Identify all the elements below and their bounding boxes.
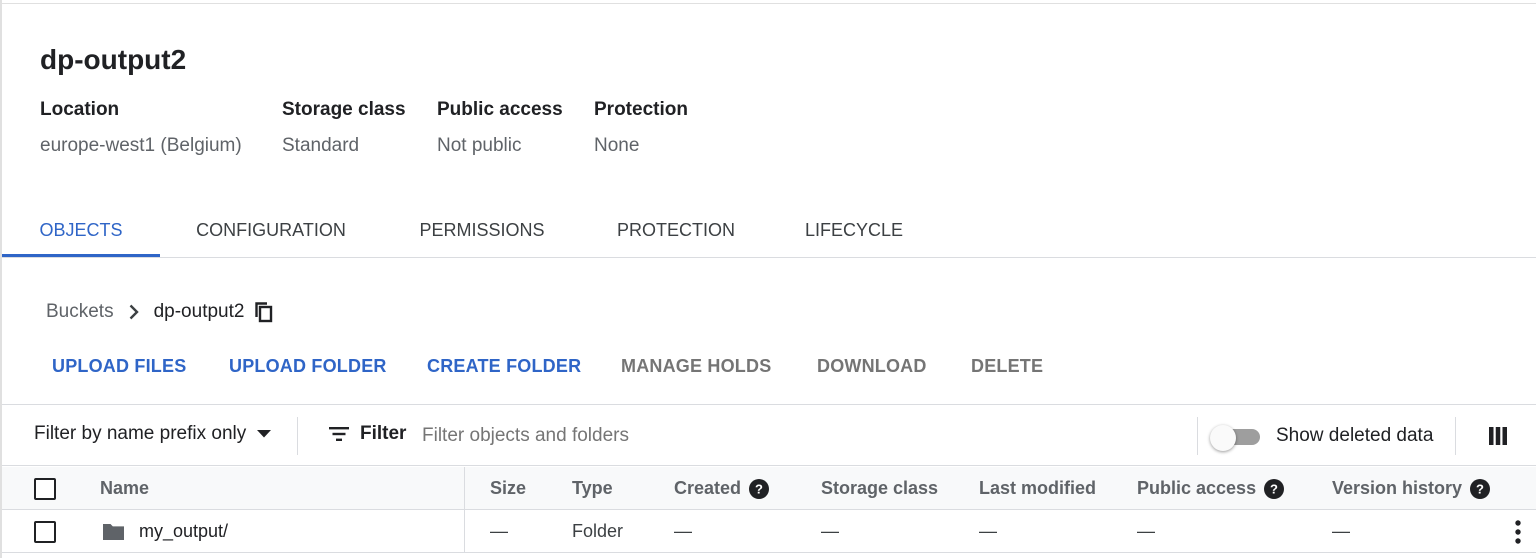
meta-protection: Protection None [594,99,688,157]
more-vert-icon[interactable] [1514,519,1522,550]
divider [1455,417,1456,455]
copy-icon[interactable] [254,301,274,323]
column-header-version-history[interactable]: Version history ? [1332,467,1491,510]
download-button[interactable]: DOWNLOAD [817,356,927,377]
meta-label: Protection [594,99,688,120]
breadcrumb-buckets-link[interactable]: Buckets [46,301,114,323]
meta-label: Public access [437,99,563,120]
divider [1197,417,1198,455]
help-icon[interactable]: ? [1470,478,1491,499]
meta-value: europe-west1 (Belgium) [40,135,242,156]
meta-value: None [594,135,640,156]
filter-button-label: Filter [360,423,407,444]
row-select-cell [34,510,56,553]
objects-table-header: Name Size Type Created ? Storage class L… [2,467,1536,510]
tab-configuration[interactable]: CONFIGURATION [178,204,364,257]
column-header-created[interactable]: Created ? [674,467,770,510]
top-divider [2,3,1536,4]
tab-permissions[interactable]: PERMISSIONS [402,204,562,257]
meta-value: Standard [282,135,360,156]
meta-location: Location europe-west1 (Belgium) [40,99,242,157]
filter-bar: Filter by name prefix only Filter Show d… [2,404,1536,466]
column-header-name[interactable]: Name [100,467,149,510]
name-cell: my_output/ [102,510,228,553]
meta-storage-class: Storage class Standard [282,99,406,157]
storage-class-cell: — [821,521,839,541]
filter-button[interactable]: Filter [328,423,406,445]
page-title: dp-output2 [40,44,187,75]
svg-text:?: ? [755,481,763,496]
meta-label: Location [40,99,120,120]
column-header-size[interactable]: Size [490,467,526,510]
toggle-knob [1210,425,1236,451]
prefix-filter-label: Filter by name prefix only [34,423,247,444]
meta-label: Storage class [282,99,406,120]
column-header-label: Version history [1332,478,1463,498]
last-modified-cell: — [979,521,997,541]
prefix-filter-dropdown[interactable]: Filter by name prefix only [34,423,272,445]
table-row: my_output/ — Folder — — — — — [2,510,1536,553]
tab-lifecycle[interactable]: LIFECYCLE [790,204,918,257]
select-all-checkbox[interactable] [34,477,56,500]
meta-public-access: Public access Not public [437,99,563,157]
bucket-details-page: dp-output2 Location europe-west1 (Belgiu… [0,0,1536,558]
help-icon[interactable]: ? [1264,478,1285,499]
create-folder-button[interactable]: CREATE FOLDER [427,356,581,377]
svg-text:?: ? [1476,481,1484,496]
size-cell: — [490,521,508,541]
svg-text:?: ? [1270,481,1278,496]
type-cell: Folder [572,521,624,541]
column-header-storage-class[interactable]: Storage class [821,467,938,510]
delete-button[interactable]: DELETE [971,356,1043,377]
tab-protection[interactable]: PROTECTION [600,204,752,257]
column-display-icon[interactable] [1488,426,1508,451]
show-deleted-toggle[interactable] [1210,425,1264,451]
breadcrumb-current: dp-output2 [153,301,245,322]
manage-holds-button[interactable]: MANAGE HOLDS [621,356,771,377]
version-history-cell: — [1332,521,1350,541]
row-checkbox[interactable] [34,520,56,543]
created-cell: — [674,521,692,541]
column-resizer[interactable] [464,467,465,510]
column-header-label: Created [674,478,742,498]
show-deleted-label: Show deleted data [1276,425,1434,446]
column-divider [464,510,465,553]
object-name-link[interactable]: my_output/ [139,521,228,542]
folder-icon [103,524,124,540]
public-access-cell: — [1137,521,1155,541]
tab-bar: OBJECTS CONFIGURATION PERMISSIONS PROTEC… [2,204,1536,258]
help-icon[interactable]: ? [749,478,770,499]
chevron-right-icon [128,303,140,321]
upload-files-button[interactable]: UPLOAD FILES [52,356,186,377]
column-header-label: Public access [1137,478,1257,498]
filter-list-icon [329,427,349,441]
upload-folder-button[interactable]: UPLOAD FOLDER [229,356,387,377]
column-header-type[interactable]: Type [572,467,613,510]
tab-objects[interactable]: OBJECTS [2,204,160,257]
breadcrumb: Buckets dp-output2 [46,298,274,326]
select-all-cell [34,467,56,510]
meta-value: Not public [437,135,522,156]
filter-objects-input[interactable] [422,419,1162,453]
caret-down-icon [256,429,272,439]
column-header-public-access[interactable]: Public access ? [1137,467,1285,510]
divider [297,417,298,455]
column-header-last-modified[interactable]: Last modified [979,467,1096,510]
